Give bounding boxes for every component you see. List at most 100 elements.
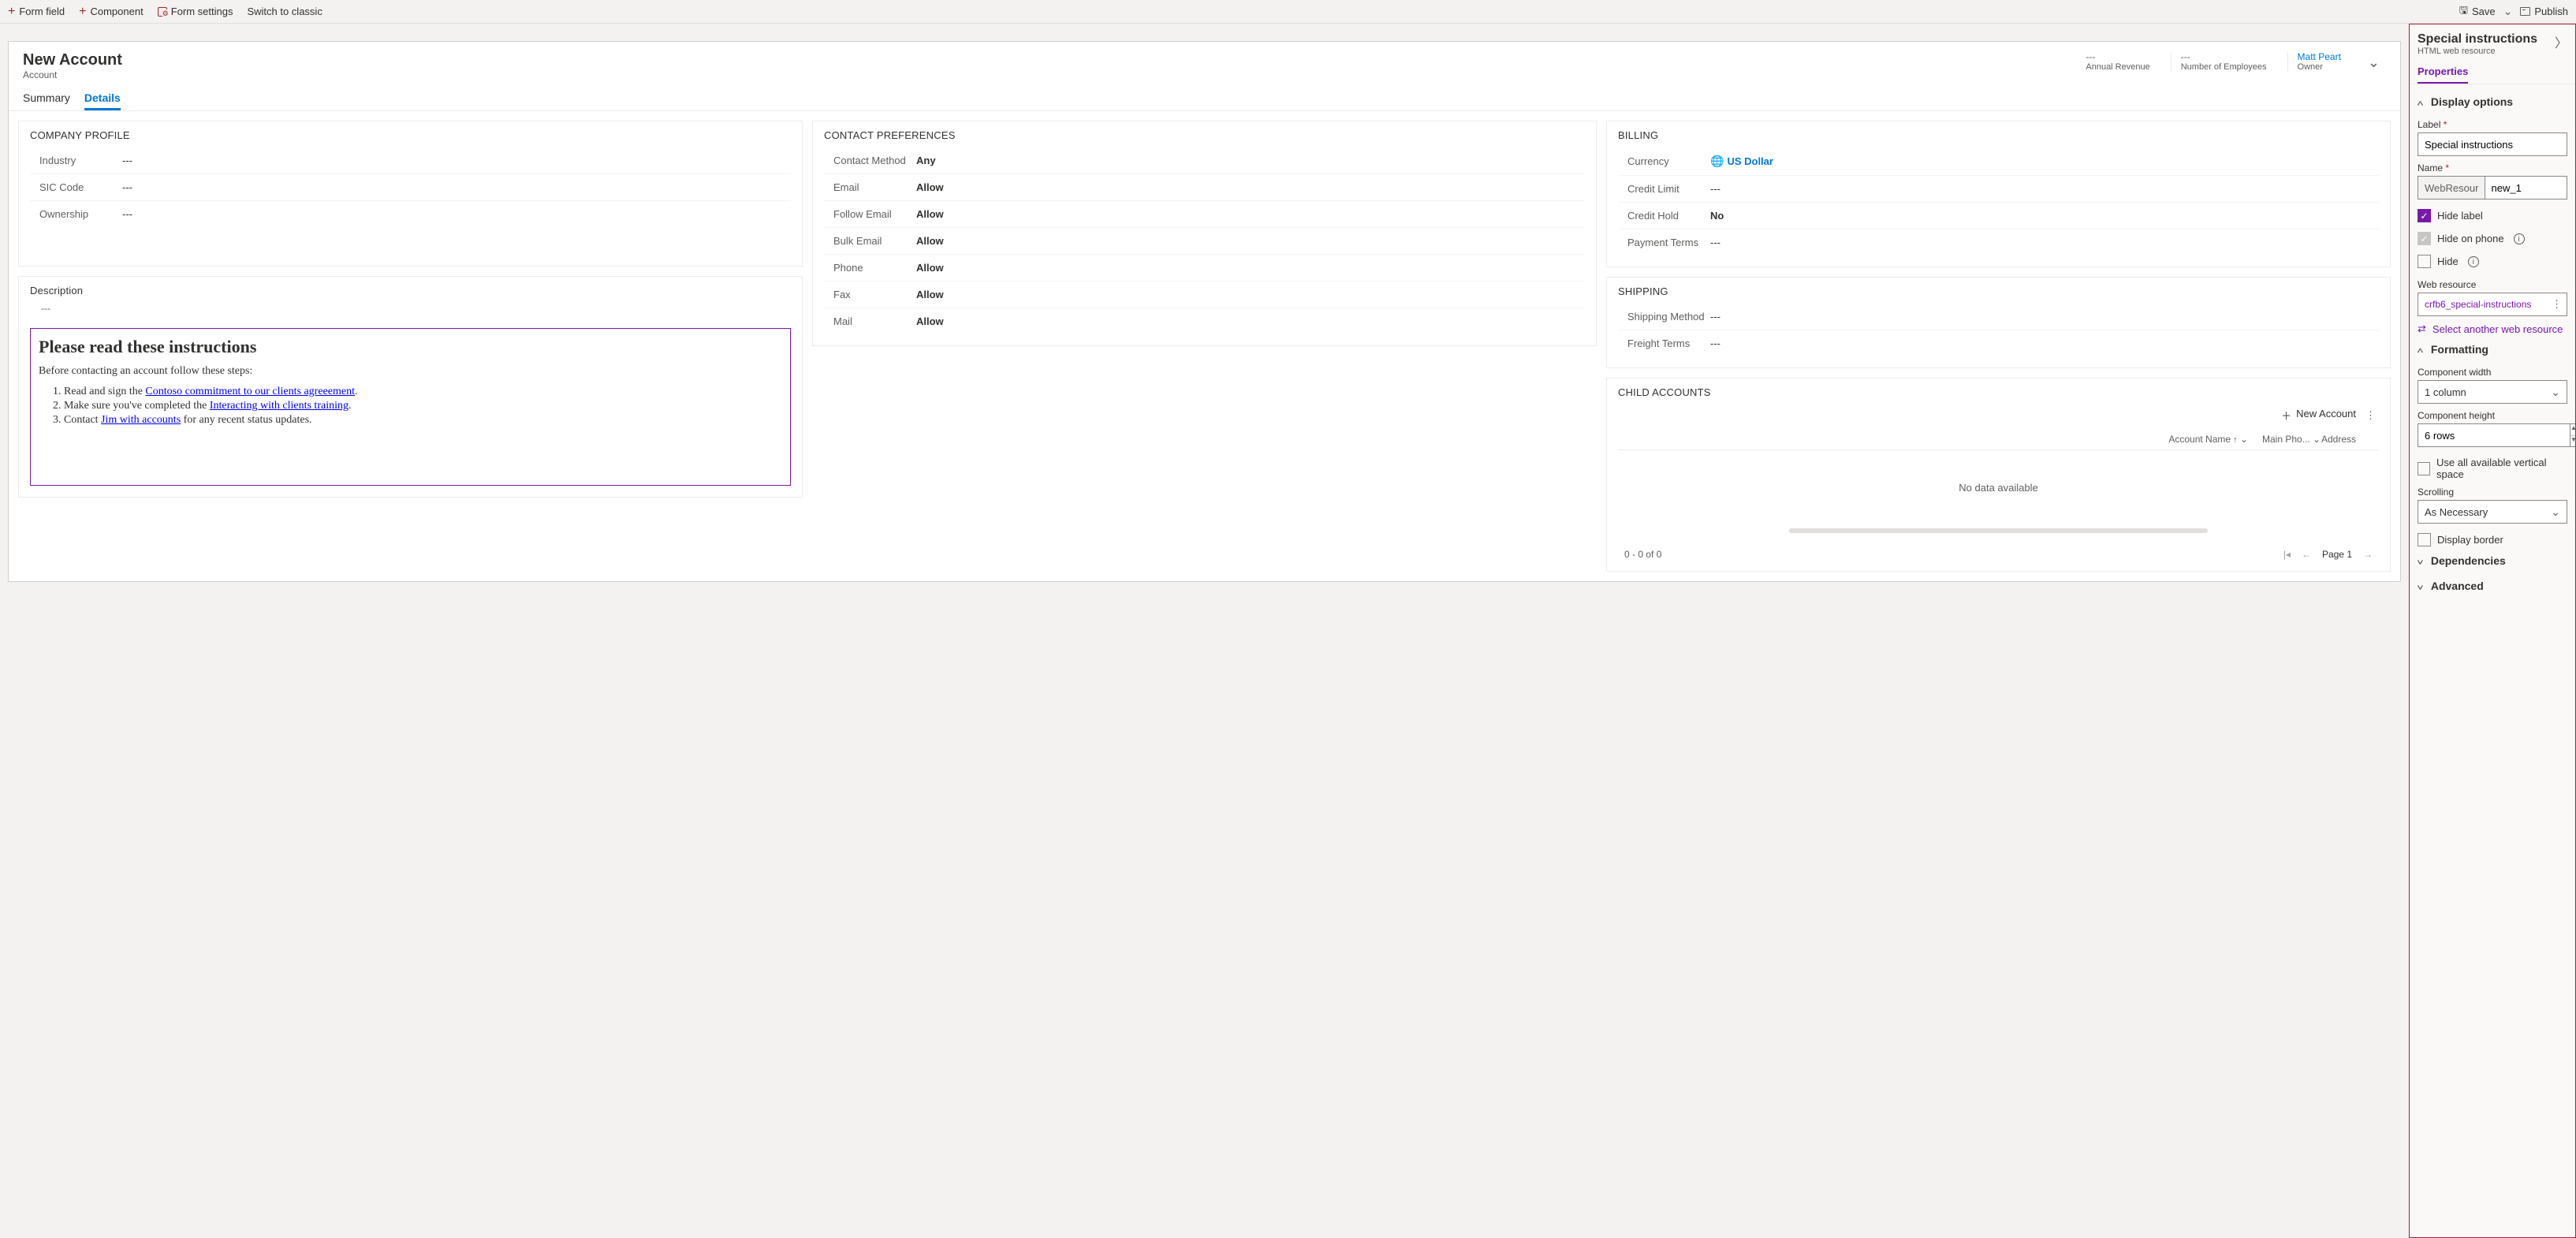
- panel-tabs: Properties: [2410, 59, 2575, 84]
- scrolling-label: Scrolling: [2418, 487, 2567, 498]
- html-web-resource[interactable]: Please read these instructions Before co…: [30, 328, 791, 486]
- field-contact-method[interactable]: Contact Method Any: [824, 147, 1585, 174]
- add-form-field-button[interactable]: Form field: [6, 4, 66, 20]
- shipping-section[interactable]: SHIPPING Shipping Method --- Freight Ter…: [1606, 277, 2391, 368]
- step-down-button[interactable]: ▼: [2570, 436, 2576, 447]
- field-sic-code[interactable]: SIC Code ---: [30, 174, 791, 201]
- use-all-space-checkbox[interactable]: Use all available vertical space: [2418, 457, 2567, 480]
- info-icon[interactable]: i: [2468, 256, 2479, 267]
- info-icon[interactable]: i: [2514, 233, 2525, 244]
- col-account-name[interactable]: Account Name ⌄: [1624, 434, 2262, 445]
- save-button[interactable]: Save: [2458, 2, 2497, 22]
- name-input[interactable]: [2485, 176, 2568, 199]
- hide-label-checkbox[interactable]: Hide label: [2418, 209, 2567, 222]
- group-advanced[interactable]: Advanced: [2418, 572, 2567, 597]
- col-address[interactable]: Address: [2321, 434, 2373, 445]
- field-mail[interactable]: Mail Allow: [824, 308, 1585, 334]
- group-formatting[interactable]: Formatting: [2418, 335, 2567, 360]
- web-resource-picker[interactable]: crfb6_special-instructions ⋮: [2418, 293, 2567, 316]
- display-border-checkbox[interactable]: Display border: [2418, 533, 2567, 546]
- header-employee-count[interactable]: --- Number of Employees: [2171, 51, 2276, 72]
- tab-properties[interactable]: Properties: [2418, 61, 2468, 84]
- field-value: ---: [122, 181, 789, 193]
- field-shipping-method[interactable]: Shipping Method ---: [1618, 304, 2379, 330]
- header-owner[interactable]: Matt Peart Owner: [2287, 51, 2350, 72]
- column-1: COMPANY PROFILE Industry --- SIC Code --…: [18, 111, 803, 572]
- panel-subtitle: HTML web resource: [2418, 47, 2537, 56]
- select-another-web-resource-link[interactable]: Select another web resource: [2418, 323, 2567, 335]
- checkbox-label: Hide: [2437, 255, 2459, 267]
- scrolling-select[interactable]: As Necessary: [2418, 500, 2567, 524]
- webres-intro: Before contacting an account follow thes…: [39, 365, 782, 378]
- command-bar: Form field Component Form settings Switc…: [0, 0, 2576, 24]
- child-accounts-section[interactable]: CHILD ACCOUNTS ＋ New Account ⋮ Account N…: [1606, 378, 2391, 572]
- company-profile-section[interactable]: COMPANY PROFILE Industry --- SIC Code --…: [18, 121, 803, 267]
- field-fax[interactable]: Fax Allow: [824, 282, 1585, 308]
- subgrid-more-button[interactable]: ⋮: [2365, 409, 2376, 422]
- first-page-button[interactable]: |◂: [2283, 549, 2291, 560]
- header-annual-revenue[interactable]: --- Annual Revenue: [2076, 51, 2159, 72]
- column-2: CONTACT PREFERENCES Contact Method Any E…: [812, 111, 1597, 572]
- component-width-select[interactable]: 1 column: [2418, 380, 2567, 404]
- component-height-input[interactable]: [2418, 423, 2570, 447]
- contact-preferences-section[interactable]: CONTACT PREFERENCES Contact Method Any E…: [812, 121, 1597, 346]
- publish-button[interactable]: Publish: [2518, 4, 2570, 19]
- description-section[interactable]: Description --- Please read these instru…: [18, 276, 803, 498]
- field-label: Mail: [826, 315, 916, 327]
- tab-summary[interactable]: Summary: [23, 91, 70, 110]
- section-title: COMPANY PROFILE: [30, 129, 791, 141]
- jim-accounts-link[interactable]: Jim with accounts: [101, 414, 181, 426]
- form-settings-button[interactable]: Form settings: [156, 4, 235, 19]
- description-value: ---: [30, 303, 791, 314]
- publish-icon: [2520, 7, 2530, 16]
- form-field-label: Form field: [19, 6, 65, 17]
- collapse-panel-button[interactable]: 〉: [2555, 32, 2567, 51]
- field-payment-terms[interactable]: Payment Terms ---: [1618, 229, 2379, 255]
- component-label: Component: [90, 6, 143, 17]
- new-account-button[interactable]: ＋ New Account: [2281, 408, 2356, 423]
- hide-checkbox[interactable]: Hide i: [2418, 255, 2567, 268]
- subgrid-scrollbar[interactable]: [1789, 528, 2208, 533]
- field-email[interactable]: Email Allow: [824, 174, 1585, 201]
- field-value: Allow: [916, 262, 1583, 274]
- webres-heading: Please read these instructions: [39, 337, 782, 357]
- next-page-button[interactable]: →: [2363, 549, 2373, 560]
- tab-details[interactable]: Details: [84, 91, 121, 110]
- prev-page-button[interactable]: ←: [2302, 549, 2311, 560]
- save-dropdown-button[interactable]: [2502, 3, 2514, 20]
- panel-header: Special instructions HTML web resource 〉: [2410, 24, 2575, 59]
- field-freight-terms[interactable]: Freight Terms ---: [1618, 330, 2379, 356]
- switch-to-classic-button[interactable]: Switch to classic: [245, 4, 323, 19]
- field-follow-email[interactable]: Follow Email Allow: [824, 201, 1585, 228]
- component-height-stepper[interactable]: ▲ ▼: [2418, 423, 2567, 447]
- field-ownership[interactable]: Ownership ---: [30, 201, 791, 227]
- field-credit-limit[interactable]: Credit Limit ---: [1618, 176, 2379, 203]
- more-icon[interactable]: ⋮: [2552, 298, 2562, 311]
- field-currency[interactable]: Currency 🌐US Dollar: [1618, 147, 2379, 176]
- add-component-button[interactable]: Component: [77, 4, 145, 20]
- col-main-phone[interactable]: Main Pho... ⌄: [2262, 434, 2321, 445]
- group-dependencies[interactable]: Dependencies: [2418, 546, 2567, 572]
- component-height-label: Component height: [2418, 410, 2567, 421]
- training-link[interactable]: Interacting with clients training: [210, 400, 349, 412]
- billing-section[interactable]: BILLING Currency 🌐US Dollar Credit Limit…: [1606, 121, 2391, 267]
- step-up-button[interactable]: ▲: [2570, 424, 2576, 436]
- panel-title: Special instructions: [2418, 32, 2537, 47]
- group-display-options[interactable]: Display options: [2418, 88, 2567, 113]
- record-count: 0 - 0 of 0: [1624, 549, 1661, 560]
- field-phone[interactable]: Phone Allow: [824, 255, 1585, 282]
- field-label: Fax: [826, 289, 916, 300]
- page-indicator: Page 1: [2322, 549, 2352, 560]
- new-account-label: New Account: [2296, 408, 2356, 423]
- field-label: Follow Email: [826, 208, 916, 220]
- field-value: Allow: [916, 181, 1583, 193]
- contoso-agreement-link[interactable]: Contoso commitment to our clients agreee…: [145, 386, 355, 397]
- hide-on-phone-checkbox[interactable]: Hide on phone i: [2418, 232, 2567, 245]
- field-bulk-email[interactable]: Bulk Email Allow: [824, 228, 1585, 255]
- form-tabs: Summary Details: [9, 80, 2400, 111]
- field-credit-hold[interactable]: Credit Hold No: [1618, 203, 2379, 229]
- label-input[interactable]: [2418, 132, 2567, 156]
- owner-link[interactable]: Matt Peart: [2298, 51, 2341, 62]
- header-expand-button[interactable]: ⌄: [2362, 51, 2386, 74]
- field-industry[interactable]: Industry ---: [30, 147, 791, 174]
